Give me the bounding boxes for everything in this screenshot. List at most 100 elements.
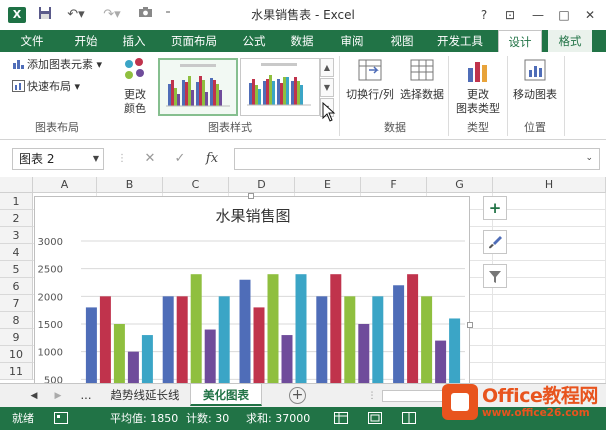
chevron-down-icon[interactable]: ⌄ <box>585 153 593 163</box>
normal-view-icon[interactable] <box>334 407 348 430</box>
change-chart-type-button[interactable]: 更改 图表类型 <box>452 56 504 116</box>
row-header-3[interactable]: 3 <box>0 227 33 244</box>
bar-series-4-group-2[interactable] <box>204 329 216 386</box>
close-button[interactable]: ✕ <box>580 6 600 24</box>
chart-styles-button[interactable] <box>483 230 507 254</box>
bar-series-1-group-1[interactable] <box>85 307 97 386</box>
bar-series-1-group-3[interactable] <box>239 279 251 386</box>
switch-row-column-button[interactable]: 切换行/列 <box>344 56 396 102</box>
page-break-view-icon[interactable] <box>402 407 416 430</box>
chart-resize-handle-right[interactable] <box>467 322 473 328</box>
move-chart-button[interactable]: 移动图表 <box>510 56 560 102</box>
row-header-7[interactable]: 7 <box>0 295 33 312</box>
row-header-9[interactable]: 9 <box>0 329 33 346</box>
column-header-g[interactable]: G <box>427 177 493 193</box>
more-sheets-button[interactable]: ... <box>74 384 98 406</box>
bar-series-3-group-3[interactable] <box>267 274 279 386</box>
row-header-5[interactable]: 5 <box>0 261 33 278</box>
add-chart-element-button[interactable]: 添加图表元素 ▾ <box>12 56 102 74</box>
tab-review[interactable]: 审阅 <box>332 30 372 52</box>
chart-style-2[interactable] <box>240 58 320 116</box>
bar-series-3-group-4[interactable] <box>344 296 356 386</box>
row-header-2[interactable]: 2 <box>0 210 33 227</box>
bar-series-5-group-3[interactable] <box>295 274 307 386</box>
bar-series-1-group-2[interactable] <box>162 296 174 386</box>
bar-series-2-group-3[interactable] <box>253 307 265 386</box>
gallery-up-button[interactable]: ▲ <box>320 58 334 77</box>
bar-series-1-group-4[interactable] <box>316 296 328 386</box>
customize-qat-icon[interactable]: ⁼ <box>162 6 174 24</box>
column-header-h[interactable]: H <box>493 177 606 193</box>
tab-design[interactable]: 设计 <box>498 30 542 53</box>
minimize-button[interactable]: — <box>528 6 548 24</box>
tab-developer[interactable]: 开发工具 <box>430 30 490 52</box>
bar-series-3-group-1[interactable] <box>113 324 125 386</box>
bar-series-5-group-2[interactable] <box>218 296 230 386</box>
bar-series-4-group-1[interactable] <box>127 351 139 386</box>
cancel-icon[interactable]: ✕ <box>140 150 160 168</box>
bar-series-3-group-2[interactable] <box>190 274 202 386</box>
tab-insert[interactable]: 插入 <box>114 30 154 52</box>
tab-file[interactable]: 文件 <box>10 30 54 52</box>
name-box[interactable]: 图表 2 ▼ <box>12 148 104 170</box>
bar-series-5-group-5[interactable] <box>449 318 461 386</box>
scroll-sheets-left-icon[interactable]: ◀ <box>28 388 40 404</box>
undo-icon[interactable]: ↶▾ <box>62 6 90 24</box>
column-header-b[interactable]: B <box>97 177 163 193</box>
column-header-d[interactable]: D <box>229 177 295 193</box>
enter-icon[interactable]: ✓ <box>170 150 190 168</box>
bar-series-2-group-1[interactable] <box>99 296 111 386</box>
row-header-10[interactable]: 10 <box>0 346 33 363</box>
row-header-8[interactable]: 8 <box>0 312 33 329</box>
chart-resize-handle-top[interactable] <box>248 193 254 199</box>
bar-series-4-group-3[interactable] <box>281 335 293 386</box>
bar-series-4-group-4[interactable] <box>358 324 370 386</box>
tab-home[interactable]: 开始 <box>66 30 106 52</box>
select-data-button[interactable]: 选择数据 <box>398 56 446 102</box>
change-colors-button[interactable]: 更改 颜色 <box>112 56 158 116</box>
tab-formulas[interactable]: 公式 <box>234 30 274 52</box>
chart-style-1[interactable] <box>158 58 238 116</box>
chart-elements-button[interactable]: + <box>483 196 507 220</box>
page-layout-view-icon[interactable] <box>368 407 382 430</box>
row-header-4[interactable]: 4 <box>0 244 33 261</box>
chart-filters-button[interactable] <box>483 264 507 288</box>
chevron-down-icon[interactable]: ▼ <box>93 149 99 169</box>
select-all-corner[interactable] <box>0 177 33 193</box>
sheet-tab-trendline[interactable]: 趋势线延长线 <box>102 384 188 406</box>
camera-icon[interactable] <box>136 6 154 24</box>
bar-series-2-group-5[interactable] <box>407 274 419 386</box>
add-sheet-button[interactable]: + <box>289 387 306 404</box>
bar-series-1-group-5[interactable] <box>393 285 405 386</box>
maximize-button[interactable]: □ <box>554 6 574 24</box>
quick-layout-button[interactable]: 快速布局 ▾ <box>12 78 80 96</box>
insert-function-icon[interactable]: fx <box>202 150 222 168</box>
row-header-11[interactable]: 11 <box>0 363 33 380</box>
row-header-1[interactable]: 1 <box>0 193 33 210</box>
chart-object[interactable]: 水果销售图 3000 2500 2000 1500 1000 500 <box>34 196 470 386</box>
redo-icon[interactable]: ↷▾ <box>98 6 126 24</box>
column-header-e[interactable]: E <box>295 177 361 193</box>
bar-series-5-group-1[interactable] <box>141 335 153 386</box>
tab-data[interactable]: 数据 <box>282 30 322 52</box>
ribbon-display-button[interactable]: ⊡ <box>500 6 520 24</box>
bar-series-3-group-5[interactable] <box>421 296 433 386</box>
sheet-tab-beautify-chart[interactable]: 美化图表 <box>190 384 262 406</box>
column-header-f[interactable]: F <box>361 177 427 193</box>
macro-record-icon[interactable] <box>54 407 68 430</box>
formula-input[interactable]: ⌄ <box>234 148 600 170</box>
column-header-c[interactable]: C <box>163 177 229 193</box>
bar-series-2-group-2[interactable] <box>176 296 188 386</box>
bar-series-5-group-4[interactable] <box>372 296 384 386</box>
column-header-a[interactable]: A <box>33 177 97 193</box>
scroll-sheets-right-icon[interactable]: ▶ <box>52 388 64 404</box>
tab-format[interactable]: 格式 <box>548 30 592 52</box>
gallery-down-button[interactable]: ▼ <box>320 78 334 97</box>
chart-title[interactable]: 水果销售图 <box>215 207 290 225</box>
row-header-6[interactable]: 6 <box>0 278 33 295</box>
save-icon[interactable] <box>36 6 54 24</box>
help-button[interactable]: ? <box>474 6 494 24</box>
tab-view[interactable]: 视图 <box>382 30 422 52</box>
tab-page-layout[interactable]: 页面布局 <box>164 30 224 52</box>
bar-series-2-group-4[interactable] <box>330 274 342 386</box>
